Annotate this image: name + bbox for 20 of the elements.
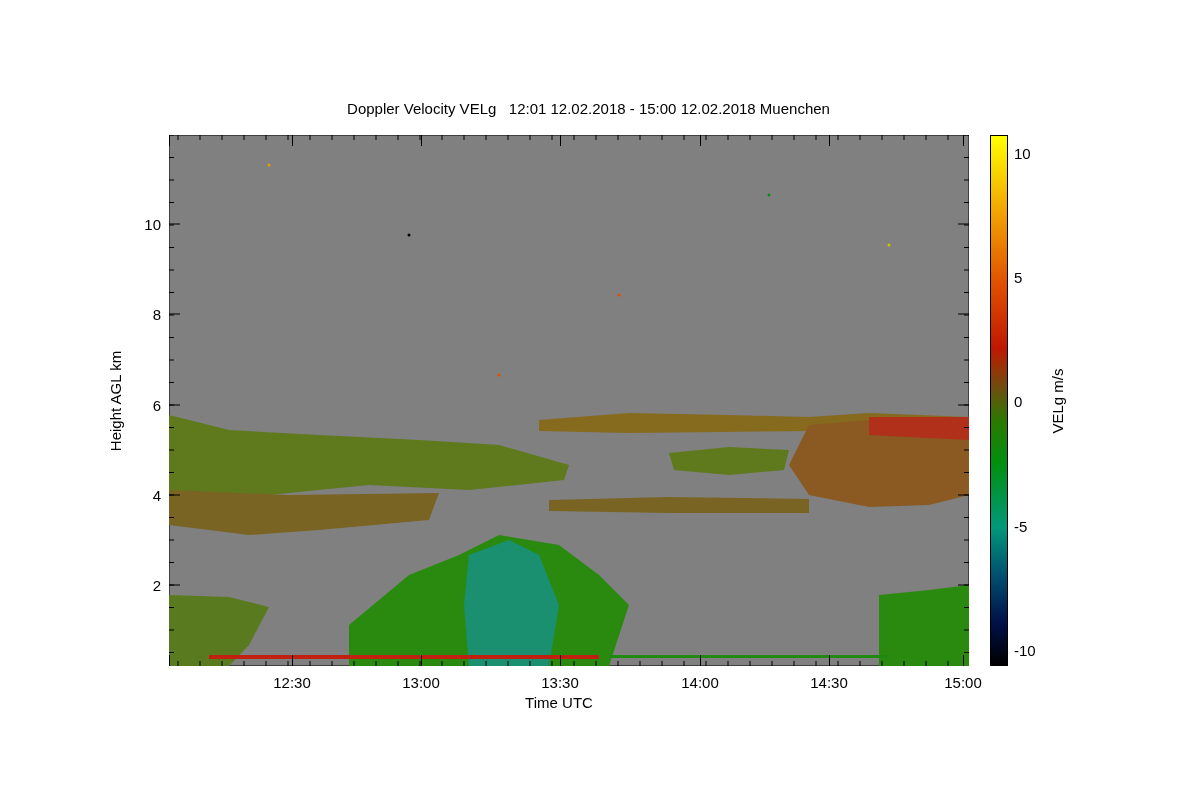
x-tick-label: 13:30 — [541, 674, 579, 691]
x-axis-label: Time UTC — [524, 694, 594, 713]
colorbar-tick-label: -10 — [1014, 641, 1036, 659]
x-tick-label: 14:00 — [681, 674, 719, 691]
x-tick-label: 15:00 — [944, 674, 982, 691]
y-axis-label: Height AGL km — [106, 350, 124, 451]
colorbar-label: VELg m/s — [1048, 368, 1066, 433]
colorbar-tick-label: -5 — [1014, 517, 1028, 535]
y-tick-label: 6 — [152, 396, 161, 414]
colorbar-tick-label: 5 — [1014, 268, 1023, 286]
chart-title: Doppler Velocity VELg 12:01 12.02.2018 - 15:00 12.02.2018 Muenchen — [346, 99, 831, 117]
y-tick-label: 10 — [144, 215, 161, 233]
y-tick-label: 2 — [152, 576, 161, 594]
colorbar-tick-label: 10 — [1014, 144, 1031, 162]
x-tick-label: 12:30 — [273, 674, 311, 691]
x-tick-label: 14:30 — [810, 674, 848, 691]
colorbar-tick-label: 0 — [1014, 392, 1023, 410]
y-tick-label: 4 — [152, 486, 161, 504]
x-tick-label: 13:00 — [402, 674, 440, 691]
y-tick-label: 8 — [152, 305, 161, 323]
